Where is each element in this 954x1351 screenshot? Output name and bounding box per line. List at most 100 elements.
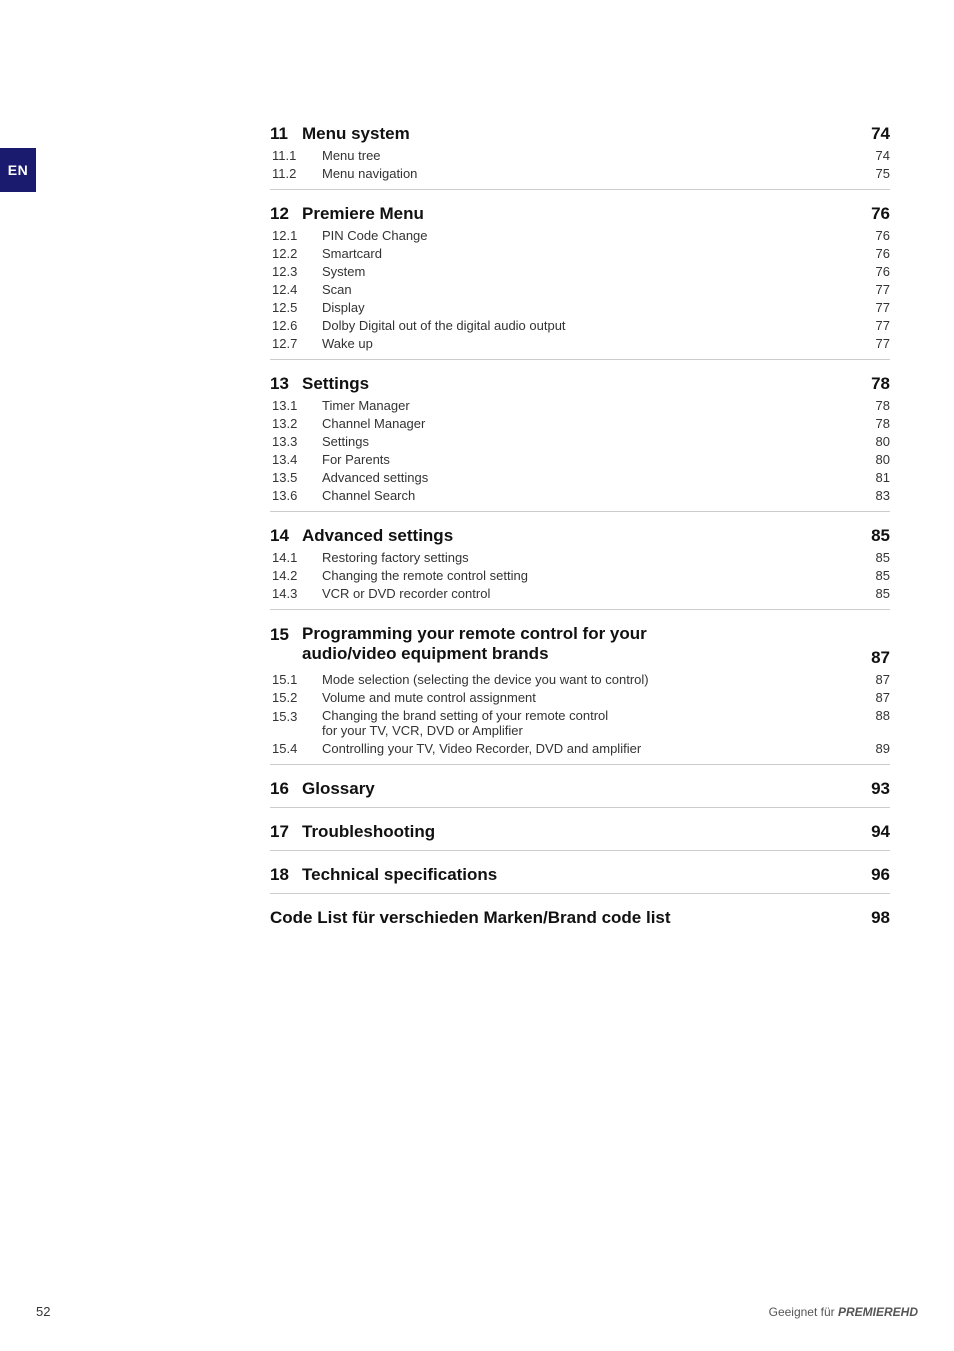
subsection-14-3: 14.3 VCR or DVD recorder control 85 [270, 586, 890, 601]
sub-14-1-page: 85 [860, 550, 890, 565]
sub-13-5-num: 13.5 [270, 470, 322, 485]
subsection-14-1: 14.1 Restoring factory settings 85 [270, 550, 890, 565]
sub-12-2-page: 76 [860, 246, 890, 261]
subsection-13-1: 13.1 Timer Manager 78 [270, 398, 890, 413]
section-12-page: 76 [860, 204, 890, 224]
sub-15-3-title-block: Changing the brand setting of your remot… [322, 708, 860, 738]
sub-12-4-num: 12.4 [270, 282, 322, 297]
footer-brand-text: Geeignet für PREMIEREHD [769, 1305, 918, 1319]
subsection-13-2: 13.2 Channel Manager 78 [270, 416, 890, 431]
sub-15-3-title-line2: for your TV, VCR, DVD or Amplifier [322, 723, 860, 738]
sub-11-1-num: 11.1 [270, 148, 322, 163]
section-13-page: 78 [860, 374, 890, 394]
footer-brand-prefix: Geeignet für [769, 1305, 838, 1319]
en-tab-label: EN [8, 162, 28, 178]
sub-12-5-page: 77 [860, 300, 890, 315]
divider-12-13 [270, 359, 890, 360]
footer-brand-name: PREMIEREHD [838, 1305, 918, 1319]
subsection-12-6: 12.6 Dolby Digital out of the digital au… [270, 318, 890, 333]
sub-13-5-title: Advanced settings [322, 470, 860, 485]
section-14-num: 14 [270, 526, 302, 546]
section-11-num: 11 [270, 124, 302, 144]
section-15-title-block: Programming your remote control for your… [302, 624, 860, 664]
sub-11-1-title: Menu tree [322, 148, 860, 163]
sub-12-4-page: 77 [860, 282, 890, 297]
section-15-title-line1: Programming your remote control for your [302, 624, 860, 644]
code-list-entry: Code List für verschieden Marken/Brand c… [270, 908, 890, 928]
sub-14-2-num: 14.2 [270, 568, 322, 583]
sub-11-1-page: 74 [860, 148, 890, 163]
code-list-title: Code List für verschieden Marken/Brand c… [270, 908, 860, 928]
sub-15-4-title: Controlling your TV, Video Recorder, DVD… [322, 741, 860, 756]
footer: 52 Geeignet für PREMIEREHD [0, 1304, 954, 1319]
section-13-heading: 13 Settings 78 [270, 374, 890, 394]
section-11-heading: 11 Menu system 74 [270, 124, 890, 144]
sub-15-4-page: 89 [860, 741, 890, 756]
sub-13-1-num: 13.1 [270, 398, 322, 413]
sub-13-5-page: 81 [860, 470, 890, 485]
sub-13-6-page: 83 [860, 488, 890, 503]
sub-12-7-num: 12.7 [270, 336, 322, 351]
section-12-num: 12 [270, 204, 302, 224]
sub-12-1-num: 12.1 [270, 228, 322, 243]
divider-16-17 [270, 807, 890, 808]
sub-12-5-title: Display [322, 300, 860, 315]
subsection-12-4: 12.4 Scan 77 [270, 282, 890, 297]
section-12-heading: 12 Premiere Menu 76 [270, 204, 890, 224]
sub-15-1-num: 15.1 [270, 672, 322, 687]
sub-13-6-title: Channel Search [322, 488, 860, 503]
section-17-page: 94 [860, 822, 890, 842]
section-11-title: Menu system [302, 124, 860, 144]
section-15-num: 15 [270, 624, 302, 645]
sub-15-1-page: 87 [860, 672, 890, 687]
subsection-11-2: 11.2 Menu navigation 75 [270, 166, 890, 181]
section-15-heading: 15 Programming your remote control for y… [270, 624, 890, 668]
sub-12-2-title: Smartcard [322, 246, 860, 261]
sub-11-2-title: Menu navigation [322, 166, 860, 181]
section-14-page: 85 [860, 526, 890, 546]
sub-15-4-num: 15.4 [270, 741, 322, 756]
section-15-title-line2: audio/video equipment brands [302, 644, 860, 664]
subsection-15-2: 15.2 Volume and mute control assignment … [270, 690, 890, 705]
sub-12-5-num: 12.5 [270, 300, 322, 315]
subsection-11-1: 11.1 Menu tree 74 [270, 148, 890, 163]
sub-14-3-page: 85 [860, 586, 890, 601]
section-14-title: Advanced settings [302, 526, 860, 546]
divider-13-14 [270, 511, 890, 512]
subsection-15-1: 15.1 Mode selection (selecting the devic… [270, 672, 890, 687]
sub-12-6-title: Dolby Digital out of the digital audio o… [322, 318, 860, 333]
subsection-15-3: 15.3 Changing the brand setting of your … [270, 708, 890, 738]
sub-13-2-page: 78 [860, 416, 890, 431]
en-language-tab: EN [0, 148, 36, 192]
toc-content: 11 Menu system 74 11.1 Menu tree 74 11.2… [270, 110, 890, 932]
sub-13-2-num: 13.2 [270, 416, 322, 431]
sub-13-2-title: Channel Manager [322, 416, 860, 431]
subsection-14-2: 14.2 Changing the remote control setting… [270, 568, 890, 583]
section-18-title: Technical specifications [302, 865, 860, 885]
sub-15-1-title: Mode selection (selecting the device you… [322, 672, 860, 687]
sub-14-2-title: Changing the remote control setting [322, 568, 860, 583]
sub-13-1-title: Timer Manager [322, 398, 860, 413]
subsection-13-4: 13.4 For Parents 80 [270, 452, 890, 467]
section-11-page: 74 [860, 124, 890, 144]
sub-15-3-title-line1: Changing the brand setting of your remot… [322, 708, 860, 723]
section-14-heading: 14 Advanced settings 85 [270, 526, 890, 546]
sub-11-2-num: 11.2 [270, 166, 322, 181]
divider-17-18 [270, 850, 890, 851]
sub-13-3-page: 80 [860, 434, 890, 449]
section-16-page: 93 [860, 779, 890, 799]
section-17-title: Troubleshooting [302, 822, 860, 842]
sub-15-2-title: Volume and mute control assignment [322, 690, 860, 705]
sub-15-3-page: 88 [860, 708, 890, 723]
section-16-title: Glossary [302, 779, 860, 799]
section-13-title: Settings [302, 374, 860, 394]
sub-14-1-num: 14.1 [270, 550, 322, 565]
sub-12-3-page: 76 [860, 264, 890, 279]
sub-12-6-num: 12.6 [270, 318, 322, 333]
sub-12-6-page: 77 [860, 318, 890, 333]
section-18-heading: 18 Technical specifications 96 [270, 865, 890, 885]
sub-13-3-title: Settings [322, 434, 860, 449]
subsection-13-3: 13.3 Settings 80 [270, 434, 890, 449]
sub-14-3-title: VCR or DVD recorder control [322, 586, 860, 601]
sub-12-3-title: System [322, 264, 860, 279]
